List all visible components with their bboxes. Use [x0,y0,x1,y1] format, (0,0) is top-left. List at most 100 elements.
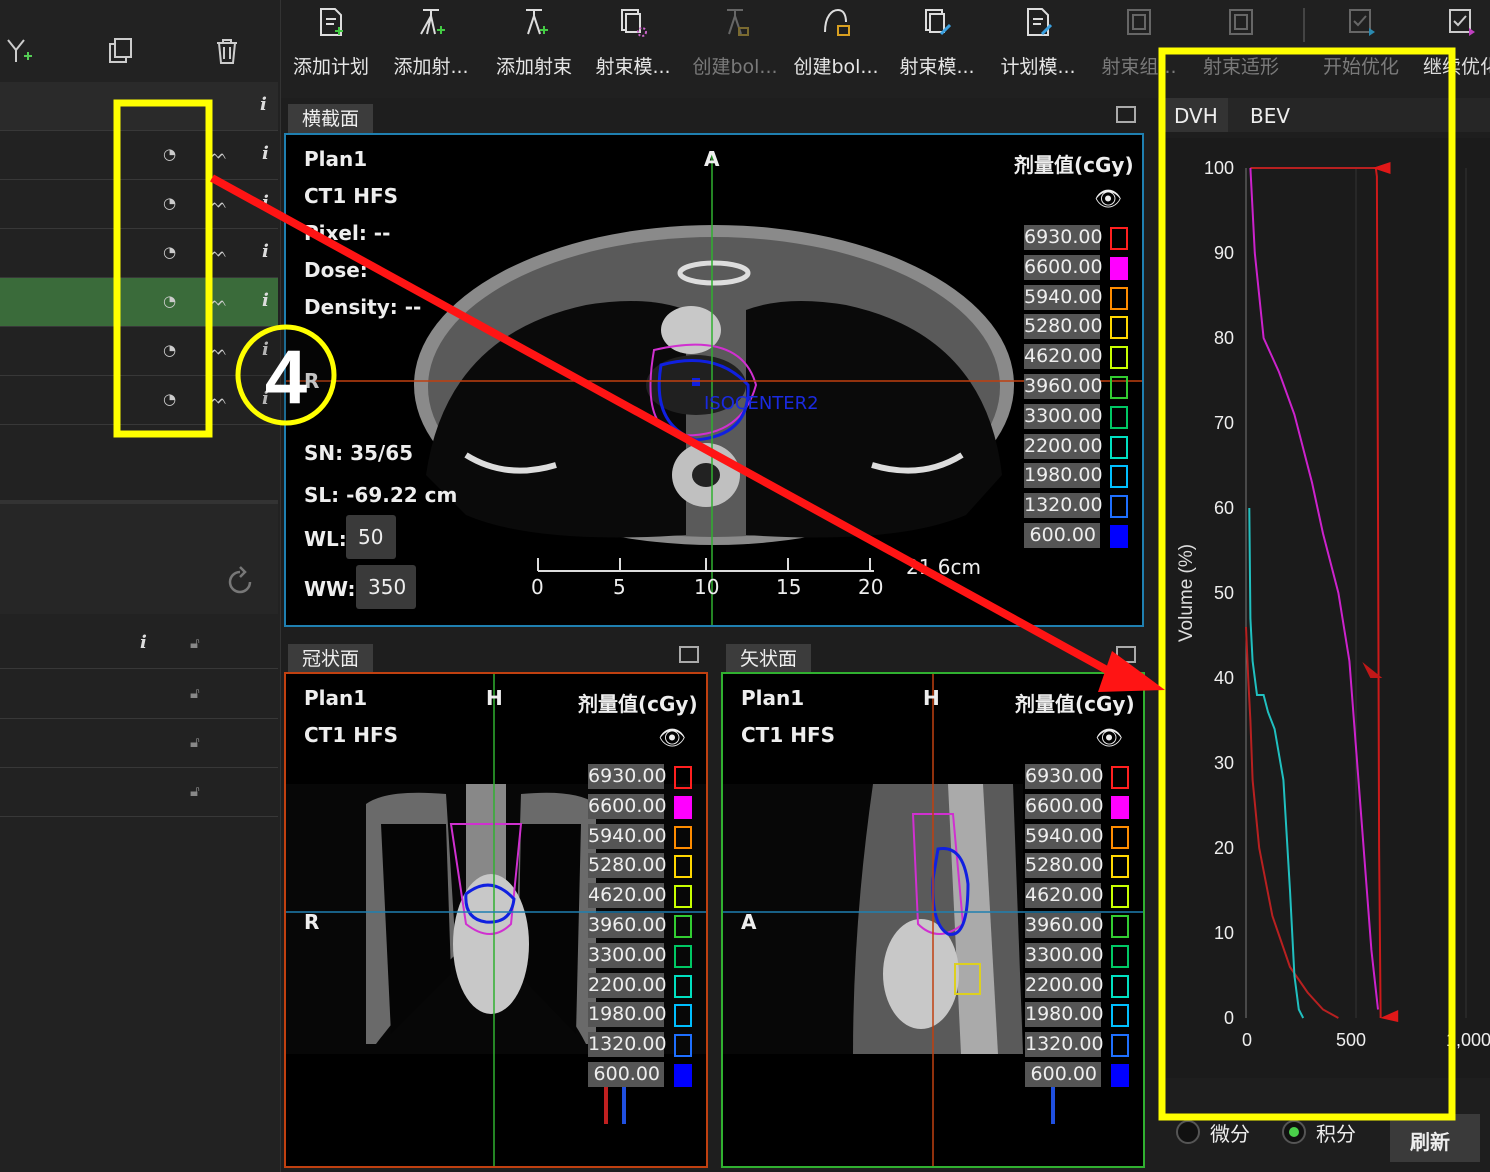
isodose-color-swatch[interactable] [1110,435,1128,459]
poi-row[interactable]: 🔓︎ [0,768,278,817]
isodose-color-swatch[interactable] [1110,256,1128,280]
tab-coronal[interactable]: 冠状面 [288,644,374,674]
isodose-legend-row[interactable]: 5940.00 [1024,283,1128,313]
sagittal-viewport[interactable]: Plan1 CT1 HFS H A 剂量值(cGy) 👁︎ 6930.00 660… [721,672,1145,1168]
isodose-color-swatch[interactable] [1111,1034,1129,1058]
add-beam-angle-button[interactable]: 添加射... [381,0,481,98]
isodose-color-swatch[interactable] [674,855,692,879]
trash-icon[interactable] [212,36,242,66]
radio-cumulative[interactable] [1282,1120,1306,1144]
tab-sagittal[interactable]: 矢状面 [726,644,812,674]
isodose-color-swatch[interactable] [1110,405,1128,429]
lock-icon[interactable]: 🔓︎ [190,733,200,751]
isodose-legend-row[interactable]: 1980.00 [1024,461,1128,491]
isodose-color-swatch[interactable] [1111,766,1129,789]
structure-visibility-icon[interactable]: ◔ [163,243,176,261]
info-icon[interactable]: i [260,94,267,115]
isodose-legend-row[interactable]: 4620.00 [588,881,692,911]
eye-icon[interactable]: 👁︎ [1094,187,1122,212]
eye-closed-icon[interactable]: ᨓ [210,292,228,310]
beam-template-button[interactable]: 射束模... [887,0,987,98]
tab-axial[interactable]: 横截面 [288,104,374,134]
isodose-color-swatch[interactable] [1110,346,1128,370]
isodose-color-swatch[interactable] [674,766,692,789]
poi-row[interactable]: 🔓︎ [0,670,278,719]
isodose-color-swatch[interactable] [674,825,692,849]
structure-visibility-icon[interactable]: ◔ [163,194,176,212]
maximize-axial-button[interactable] [1116,106,1136,123]
isodose-color-swatch[interactable] [674,944,692,968]
structure-row[interactable]: ◔ ᨓ i [0,376,278,425]
beam-conform-button[interactable]: 射束适形 [1191,0,1291,98]
structure-visibility-icon[interactable]: ◔ [163,390,176,408]
add-beam-button[interactable]: 添加射束 [484,0,584,98]
structure-visibility-icon[interactable]: ◔ [163,292,176,310]
structure-row[interactable]: ◔ ᨓ i [0,131,278,180]
radio-differential[interactable] [1176,1120,1200,1144]
isodose-color-swatch[interactable] [674,914,692,938]
eye-closed-icon[interactable]: ᨓ [210,341,228,359]
isodose-legend-row[interactable]: 6930.00 [1025,762,1129,792]
info-icon[interactable]: i [262,388,269,409]
isodose-legend-row[interactable]: 600.00 [1024,521,1128,551]
isodose-color-swatch[interactable] [1111,1004,1129,1028]
structure-row[interactable]: ◔ ᨓ i [0,327,278,376]
isodose-legend-row[interactable]: 4620.00 [1025,881,1129,911]
isodose-legend-row[interactable]: 3960.00 [1025,911,1129,941]
structure-visibility-icon[interactable]: ◔ [163,341,176,359]
isodose-color-swatch[interactable] [1110,524,1128,548]
isodose-color-swatch[interactable] [1111,825,1129,849]
refresh-button[interactable]: 刷新 [1390,1114,1480,1162]
isodose-legend-row[interactable]: 4620.00 [1024,342,1128,372]
isodose-color-swatch[interactable] [1111,795,1129,819]
create-bolus-button[interactable]: 创建bol... [685,0,785,98]
isodose-legend-row[interactable]: 3300.00 [1024,402,1128,432]
isodose-legend-row[interactable]: 2200.00 [1024,432,1128,462]
info-icon[interactable]: i [262,192,269,213]
info-icon[interactable]: i [262,241,269,262]
structure-visibility-icon[interactable]: ◔ [163,145,176,163]
eye-closed-icon[interactable]: ᨓ [210,390,228,408]
isodose-color-swatch[interactable] [1111,974,1129,998]
isodose-legend-row[interactable]: 3960.00 [1024,372,1128,402]
axial-viewport[interactable]: Plan1 CT1 HFS Pixel: -- Dose: Density: -… [284,133,1144,627]
isodose-legend-row[interactable]: 5940.00 [588,822,692,852]
eye-icon[interactable]: 👁︎ [1095,726,1123,751]
isodose-legend-row[interactable]: 1320.00 [1024,491,1128,521]
maximize-sagittal-button[interactable] [1116,646,1136,663]
isodose-legend-row[interactable]: 1980.00 [588,1000,692,1030]
tab-bev[interactable]: BEV [1240,98,1304,132]
isodose-color-swatch[interactable] [1110,495,1128,519]
isodose-legend-row[interactable]: 3300.00 [1025,941,1129,971]
isodose-color-swatch[interactable] [1110,375,1128,399]
info-icon[interactable]: i [262,339,269,360]
isodose-color-swatch[interactable] [1111,855,1129,879]
isodose-legend-row[interactable]: 1320.00 [588,1030,692,1060]
isodose-legend-row[interactable]: 1320.00 [1025,1030,1129,1060]
isodose-legend-row[interactable]: 600.00 [588,1060,692,1090]
isodose-color-swatch[interactable] [1111,885,1129,909]
lock-icon[interactable]: 🔓︎ [190,684,200,702]
isodose-legend-row[interactable]: 5940.00 [1025,822,1129,852]
lock-icon[interactable]: 🔓︎ [190,634,200,652]
isodose-legend-row[interactable]: 3300.00 [588,941,692,971]
eye-closed-icon[interactable]: ᨓ [210,243,228,261]
isodose-color-swatch[interactable] [1111,914,1129,938]
isodose-color-swatch[interactable] [674,1063,692,1087]
coronal-viewport[interactable]: Plan1 CT1 HFS H R 剂量值(cGy) 👁︎ 6930.00 660… [284,672,708,1168]
isodose-legend-row[interactable]: 1980.00 [1025,1000,1129,1030]
isodose-color-swatch[interactable] [1110,465,1128,489]
maximize-coronal-button[interactable] [679,646,699,663]
isodose-legend-row[interactable]: 6600.00 [588,792,692,822]
isodose-legend-row[interactable]: 5280.00 [1024,312,1128,342]
isodose-color-swatch[interactable] [1110,286,1128,310]
isodose-color-swatch[interactable] [1110,227,1128,250]
isodose-legend-row[interactable]: 6930.00 [588,762,692,792]
add-plan-button[interactable]: 添加计划 [281,0,381,98]
isodose-legend-row[interactable]: 3960.00 [588,911,692,941]
start-optimize-button[interactable]: 开始优化 [1311,0,1411,98]
eye-closed-icon[interactable]: ᨓ [210,194,228,212]
window-width-input[interactable]: 350 [356,565,416,609]
isodose-color-swatch[interactable] [1110,316,1128,340]
lock-icon[interactable]: 🔓︎ [190,782,200,800]
